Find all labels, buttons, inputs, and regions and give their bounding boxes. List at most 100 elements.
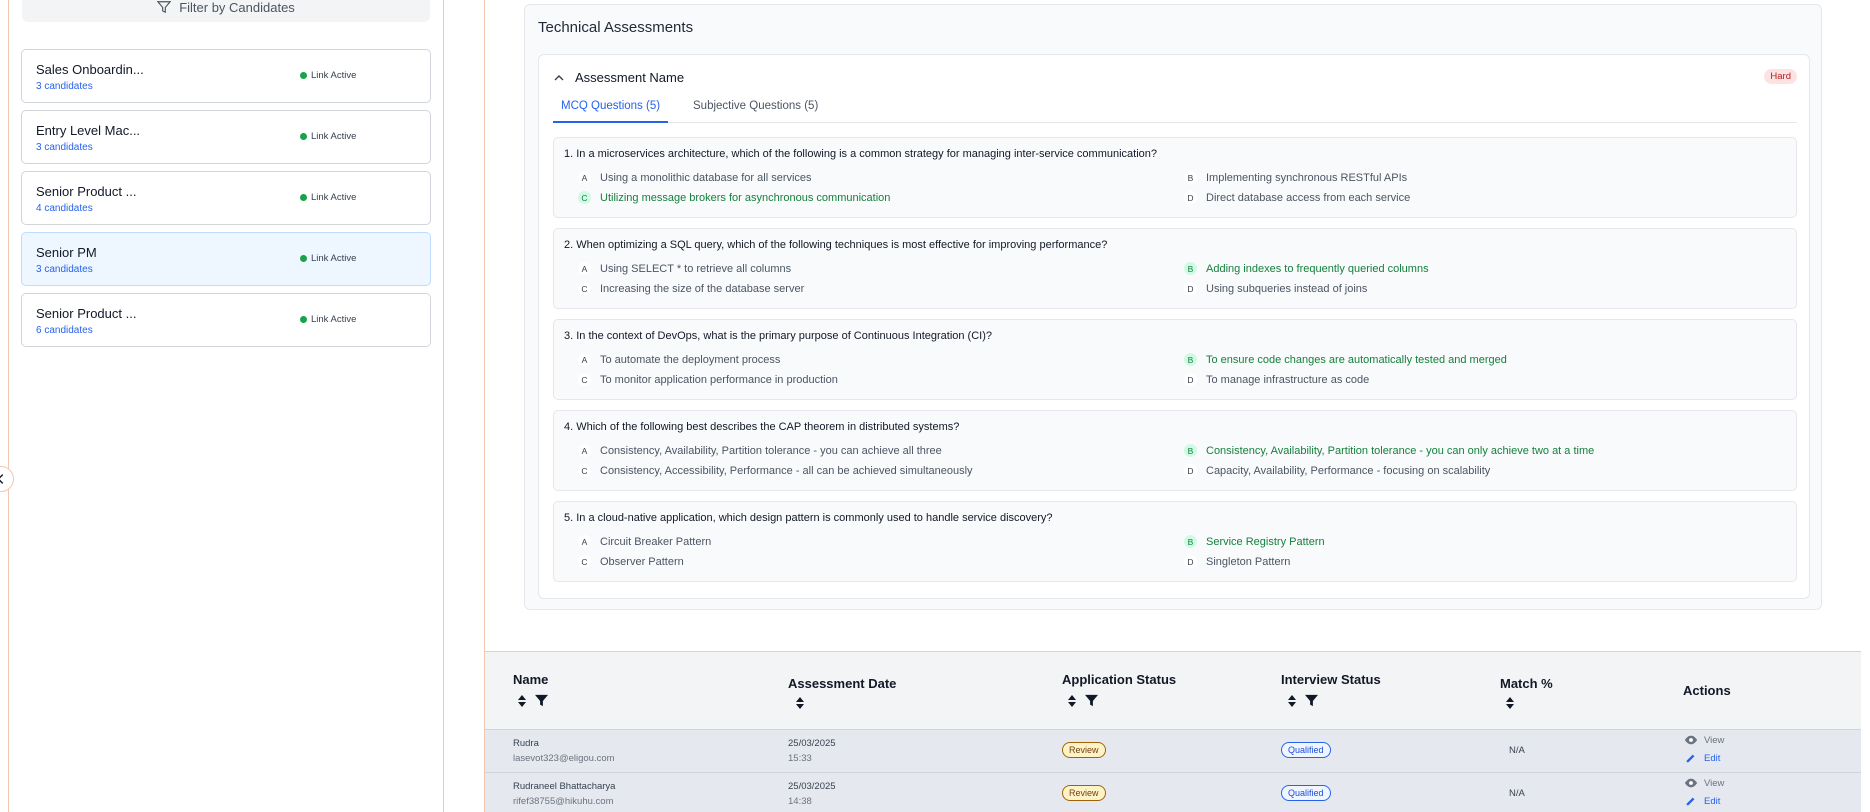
- candidate-email: rifef38755@hikuhu.com: [513, 796, 614, 807]
- col-match-percent: Match %: [1500, 676, 1553, 691]
- option-a: A Consistency, Availability, Partition to…: [578, 444, 942, 457]
- option-letter: B: [1184, 171, 1197, 184]
- assessment-header[interactable]: Assessment Name: [553, 70, 684, 85]
- application-status-badge: Review: [1062, 742, 1106, 758]
- option-b: B Implementing synchronous RESTful APIs: [1184, 171, 1407, 184]
- question-card: 3. In the context of DevOps, what is the…: [553, 319, 1797, 400]
- question-text: 2. When optimizing a SQL query, which of…: [564, 239, 1108, 251]
- time-text: 15:33: [788, 753, 812, 764]
- pencil-icon: [1686, 797, 1695, 806]
- view-button[interactable]: View: [1684, 734, 1724, 746]
- view-button[interactable]: View: [1684, 777, 1724, 789]
- job-list: Sales Onboardin... 3 candidates Link Act…: [21, 49, 431, 354]
- filter-icon[interactable]: [1305, 694, 1318, 707]
- chevron-left-icon: [0, 474, 4, 484]
- option-letter: C: [578, 555, 591, 568]
- match-percent: N/A: [1509, 788, 1525, 799]
- option-a: A Circuit Breaker Pattern: [578, 535, 711, 548]
- sort-icon[interactable]: [1505, 697, 1515, 709]
- option-d: D Singleton Pattern: [1184, 555, 1290, 568]
- question-list: 1. In a microservices architecture, whic…: [553, 137, 1797, 592]
- question-card: 5. In a cloud-native application, which …: [553, 501, 1797, 582]
- option-letter: D: [1184, 555, 1197, 568]
- option-letter: B: [1184, 353, 1197, 366]
- job-card[interactable]: Senior Product ... 6 candidates Link Act…: [21, 293, 431, 347]
- sort-icon[interactable]: [795, 697, 805, 709]
- job-candidate-count: 3 candidates: [36, 81, 93, 92]
- sort-icon[interactable]: [517, 694, 527, 707]
- status-dot-icon: [300, 194, 307, 201]
- option-d: D Capacity, Availability, Performance - f…: [1184, 464, 1490, 477]
- option-letter: A: [578, 535, 591, 548]
- question-text: 5. In a cloud-native application, which …: [564, 512, 1053, 524]
- tab-mcq-questions[interactable]: MCQ Questions (5): [553, 99, 669, 123]
- job-title: Senior Product ...: [36, 184, 137, 199]
- status-dot-icon: [300, 133, 307, 140]
- option-letter: A: [578, 444, 591, 457]
- option-c: C Observer Pattern: [578, 555, 684, 568]
- edit-button[interactable]: Edit: [1684, 752, 1720, 764]
- status-dot-icon: [300, 72, 307, 79]
- option-c-correct: C Utilizing message brokers for asynchron…: [578, 191, 890, 204]
- assessment-date-cell: 25/03/2025 15:33: [788, 738, 836, 764]
- job-title: Senior PM: [36, 245, 97, 260]
- filter-by-candidates-button[interactable]: Filter by Candidates: [22, 0, 430, 22]
- col-actions: Actions: [1683, 683, 1731, 698]
- option-letter: D: [1184, 282, 1197, 295]
- link-status: Link Active: [300, 131, 356, 142]
- filter-label: Filter by Candidates: [179, 0, 295, 15]
- job-card[interactable]: Sales Onboardin... 3 candidates Link Act…: [21, 49, 431, 103]
- job-card[interactable]: Senior Product ... 4 candidates Link Act…: [21, 171, 431, 225]
- option-letter: B: [1184, 444, 1197, 457]
- question-text: 4. Which of the following best describes…: [564, 421, 960, 433]
- assessment-date-cell: 25/03/2025 14:38: [788, 781, 836, 807]
- status-dot-icon: [300, 316, 307, 323]
- status-dot-icon: [300, 255, 307, 262]
- interview-status-badge: Qualified: [1281, 742, 1331, 758]
- option-letter: C: [578, 282, 591, 295]
- option-c: C Consistency, Accessibility, Performance…: [578, 464, 973, 477]
- candidate-name: Rudraneel Bhattacharya: [513, 781, 616, 792]
- question-text: 1. In a microservices architecture, whic…: [564, 148, 1158, 160]
- sort-icon[interactable]: [1067, 694, 1077, 707]
- job-title: Entry Level Mac...: [36, 123, 141, 138]
- job-candidate-count: 6 candidates: [36, 325, 93, 336]
- candidate-name: Rudra: [513, 738, 539, 749]
- option-letter: D: [1184, 191, 1197, 204]
- interview-status-badge: Qualified: [1281, 785, 1331, 801]
- assessment-name: Assessment Name: [575, 70, 685, 85]
- job-candidate-count: 4 candidates: [36, 203, 93, 214]
- table-row: Rudraneel Bhattacharya rifef38755@hikuhu…: [485, 773, 1861, 812]
- option-letter: A: [578, 262, 591, 275]
- job-title: Senior Product ...: [36, 306, 137, 321]
- question-card: 4. Which of the following best describes…: [553, 410, 1797, 491]
- col-name: Name: [513, 672, 549, 687]
- col-assessment-date: Assessment Date: [788, 676, 897, 691]
- option-d: D Direct database access from each servic…: [1184, 191, 1410, 204]
- sort-icon[interactable]: [1287, 694, 1297, 707]
- option-letter: A: [578, 171, 591, 184]
- date-text: 25/03/2025: [788, 738, 836, 749]
- candidate-email: lasevot323@eligou.com: [513, 753, 615, 764]
- option-b-correct: B Consistency, Availability, Partition to…: [1184, 444, 1594, 457]
- jobs-sidebar: Filter by Candidates Sales Onboardin... …: [8, 0, 444, 812]
- link-status: Link Active: [300, 192, 356, 203]
- application-status-badge: Review: [1062, 785, 1106, 801]
- pencil-icon: [1686, 754, 1695, 763]
- job-card[interactable]: Entry Level Mac... 3 candidates Link Act…: [21, 110, 431, 164]
- option-d: D To manage infrastructure as code: [1184, 373, 1369, 386]
- date-text: 25/03/2025: [788, 781, 836, 792]
- tab-subjective-questions[interactable]: Subjective Questions (5): [685, 99, 826, 123]
- job-candidate-count: 3 candidates: [36, 264, 93, 275]
- edit-button[interactable]: Edit: [1684, 795, 1720, 807]
- filter-icon[interactable]: [1085, 694, 1098, 707]
- option-c: C To monitor application performance in p…: [578, 373, 838, 386]
- filter-icon: [157, 1, 172, 14]
- job-card-selected[interactable]: Senior PM 3 candidates Link Active: [21, 232, 431, 286]
- table-row: Rudra lasevot323@eligou.com 25/03/2025 1…: [485, 730, 1861, 773]
- option-d: D Using subqueries instead of joins: [1184, 282, 1367, 295]
- filter-icon[interactable]: [535, 694, 548, 707]
- link-status: Link Active: [300, 70, 356, 81]
- chevron-up-icon: [554, 74, 564, 80]
- question-card: 1. In a microservices architecture, whic…: [553, 137, 1797, 218]
